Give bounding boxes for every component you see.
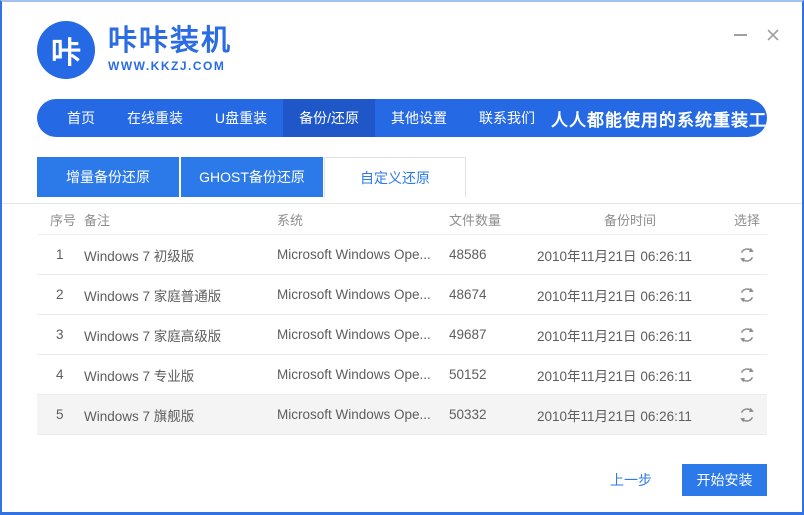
row-system: Microsoft Windows Ope... (277, 367, 431, 382)
row-remark: Windows 7 家庭高级版 (84, 328, 222, 344)
row-system: Microsoft Windows Ope... (277, 407, 431, 422)
app-window: 咔 咔咔装机 WWW.KKZJ.COM 首页 在线重装 U盘重装 备份/还原 其… (0, 0, 804, 515)
table-row[interactable]: 5 Windows 7 旗舰版 Microsoft Windows Ope...… (37, 395, 767, 435)
nav-item-other-settings[interactable]: 其他设置 (375, 99, 463, 137)
col-header-system: 系统 (277, 212, 304, 228)
nav-item-contact-us[interactable]: 联系我们 (463, 99, 551, 137)
sync-icon (740, 367, 754, 382)
row-no: 4 (56, 367, 64, 382)
tab-ghost-backup-restore[interactable]: GHOST备份还原 (181, 157, 323, 197)
nav-item-usb-reinstall[interactable]: U盘重装 (199, 99, 283, 137)
row-system: Microsoft Windows Ope... (277, 287, 431, 302)
table-header-row: 序号 备注 系统 文件数量 备份时间 选择 (37, 204, 767, 235)
row-select-button[interactable] (737, 285, 757, 305)
tab-incremental-backup-restore[interactable]: 增量备份还原 (37, 157, 179, 197)
sync-icon (740, 287, 754, 302)
row-no: 1 (56, 247, 64, 262)
nav-item-home[interactable]: 首页 (51, 99, 111, 137)
row-system: Microsoft Windows Ope... (277, 327, 431, 342)
minimize-icon (733, 34, 747, 36)
brand-text: 咔咔装机 WWW.KKZJ.COM (108, 24, 233, 74)
backup-table: 序号 备注 系统 文件数量 备份时间 选择 1 Windows 7 初级版 Mi… (37, 204, 767, 435)
brand-title: 咔咔装机 (108, 24, 233, 57)
row-remark: Windows 7 专业版 (84, 368, 195, 384)
row-backup-time: 2010年11月21日 06:26:11 (537, 328, 692, 344)
nav-item-backup-restore[interactable]: 备份/还原 (283, 99, 376, 137)
tab-custom-restore[interactable]: 自定义还原 (324, 157, 466, 197)
row-select-button[interactable] (737, 245, 757, 265)
main-nav: 首页 在线重装 U盘重装 备份/还原 其他设置 联系我们 人人都能使用的系统重装… (37, 99, 767, 137)
row-remark: Windows 7 旗舰版 (84, 408, 195, 424)
start-install-button[interactable]: 开始安装 (682, 464, 767, 496)
restore-tabs: 增量备份还原 GHOST备份还原 自定义还原 (37, 157, 767, 197)
col-header-remark: 备注 (84, 212, 111, 228)
row-backup-time: 2010年11月21日 06:26:11 (537, 368, 692, 384)
row-file-count: 49687 (449, 327, 487, 342)
row-select-button[interactable] (737, 365, 757, 385)
row-file-count: 48674 (449, 287, 487, 302)
sync-icon (740, 407, 754, 422)
close-icon (767, 29, 779, 41)
brand-url: WWW.KKZJ.COM (108, 59, 226, 74)
row-file-count: 48586 (449, 247, 487, 262)
row-no: 2 (56, 287, 64, 302)
col-header-select: 选择 (733, 212, 760, 228)
app-logo: 咔 (37, 20, 95, 79)
nav-item-online-reinstall[interactable]: 在线重装 (111, 99, 199, 137)
col-header-backup-time: 备份时间 (603, 212, 656, 228)
logo-icon: 咔 (51, 36, 81, 70)
minimize-button[interactable] (731, 26, 749, 44)
close-button[interactable] (764, 26, 782, 44)
row-file-count: 50332 (449, 407, 487, 422)
row-file-count: 50152 (449, 367, 487, 382)
row-remark: Windows 7 家庭普通版 (84, 288, 222, 304)
sync-icon (740, 247, 754, 262)
col-header-no: 序号 (50, 212, 77, 228)
row-no: 3 (56, 327, 64, 342)
table-row[interactable]: 4 Windows 7 专业版 Microsoft Windows Ope...… (37, 355, 767, 395)
footer-actions: 上一步 开始安装 (37, 464, 767, 496)
titlebar: 咔 咔咔装机 WWW.KKZJ.COM (2, 2, 802, 97)
table-row[interactable]: 2 Windows 7 家庭普通版 Microsoft Windows Ope.… (37, 275, 767, 315)
row-remark: Windows 7 初级版 (84, 248, 195, 264)
row-backup-time: 2010年11月21日 06:26:11 (537, 408, 692, 424)
sync-icon (740, 327, 754, 342)
row-backup-time: 2010年11月21日 06:26:11 (537, 288, 692, 304)
row-select-button[interactable] (737, 405, 757, 425)
col-header-file-count: 文件数量 (449, 212, 502, 228)
table-row[interactable]: 1 Windows 7 初级版 Microsoft Windows Ope...… (37, 235, 767, 275)
table-row[interactable]: 3 Windows 7 家庭高级版 Microsoft Windows Ope.… (37, 315, 767, 355)
back-button[interactable]: 上一步 (610, 470, 652, 490)
row-no: 5 (56, 407, 64, 422)
window-controls (731, 26, 782, 44)
nav-slogan: 人人都能使用的系统重装工具 (551, 110, 767, 130)
row-system: Microsoft Windows Ope... (277, 247, 431, 262)
row-backup-time: 2010年11月21日 06:26:11 (537, 248, 692, 264)
row-select-button[interactable] (737, 325, 757, 345)
